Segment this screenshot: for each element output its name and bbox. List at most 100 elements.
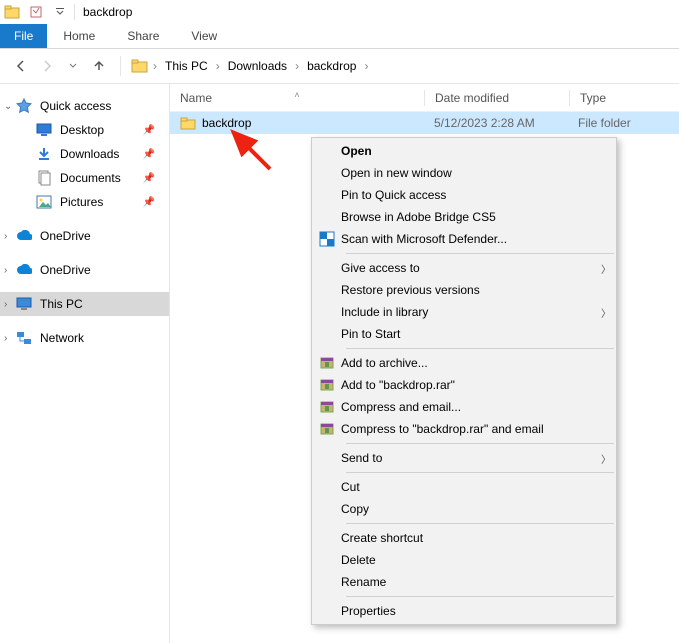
sidebar-item-quick-access[interactable]: ⌄ Quick access (0, 94, 169, 118)
documents-icon (36, 170, 52, 186)
menu-item-open-new-window[interactable]: Open in new window (313, 162, 615, 184)
sidebar-item-network[interactable]: › Network (0, 326, 169, 350)
sidebar-item-pictures[interactable]: Pictures 📌 (0, 190, 169, 214)
sidebar-item-this-pc[interactable]: › This PC (0, 292, 169, 316)
column-label: Type (580, 91, 606, 105)
column-label: Date modified (435, 91, 509, 105)
chevron-right-icon: 〉 (597, 261, 615, 276)
menu-item-send-to[interactable]: Send to〉 (313, 447, 615, 469)
file-name: backdrop (202, 116, 251, 130)
column-label: Name (180, 91, 212, 105)
forward-button[interactable] (36, 55, 58, 77)
titlebar: backdrop (0, 0, 679, 24)
navbar: › This PC › Downloads › backdrop › (0, 49, 679, 83)
winrar-icon (313, 422, 341, 436)
tab-view[interactable]: View (175, 24, 233, 48)
menu-item-create-shortcut[interactable]: Create shortcut (313, 527, 615, 549)
column-headers: ˄ Name Date modified Type (170, 84, 679, 112)
chevron-right-icon[interactable]: › (362, 59, 370, 73)
chevron-right-icon[interactable]: › (4, 299, 7, 310)
chevron-right-icon[interactable]: › (4, 265, 7, 276)
sidebar-item-label: Documents (60, 171, 121, 185)
breadcrumb-item[interactable]: backdrop (303, 56, 360, 76)
menu-separator (346, 523, 614, 524)
menu-separator (346, 472, 614, 473)
shield-icon (313, 231, 341, 247)
menu-separator (346, 348, 614, 349)
menu-item-pin-quick-access[interactable]: Pin to Quick access (313, 184, 615, 206)
chevron-down-icon[interactable]: ⌄ (4, 101, 12, 112)
qat-properties-icon[interactable] (24, 1, 48, 23)
sidebar-item-label: OneDrive (40, 263, 91, 277)
sidebar-item-documents[interactable]: Documents 📌 (0, 166, 169, 190)
menu-separator (346, 443, 614, 444)
file-row[interactable]: backdrop 5/12/2023 2:28 AM File folder (170, 112, 679, 134)
cloud-icon (16, 262, 32, 278)
menu-item-browse-bridge[interactable]: Browse in Adobe Bridge CS5 (313, 206, 615, 228)
sidebar-item-onedrive[interactable]: › OneDrive (0, 224, 169, 248)
sidebar-item-label: Desktop (60, 123, 104, 137)
sidebar-item-desktop[interactable]: Desktop 📌 (0, 118, 169, 142)
recent-dropdown-icon[interactable] (62, 55, 84, 77)
menu-item-include-library[interactable]: Include in library〉 (313, 301, 615, 323)
up-button[interactable] (88, 55, 110, 77)
menu-separator (346, 596, 614, 597)
sidebar-item-label: Network (40, 331, 84, 345)
pin-icon: 📌 (143, 149, 155, 160)
tab-share[interactable]: Share (111, 24, 175, 48)
context-menu: Open Open in new window Pin to Quick acc… (311, 137, 617, 625)
menu-item-restore-previous[interactable]: Restore previous versions (313, 279, 615, 301)
folder-icon (180, 116, 196, 130)
file-tab[interactable]: File (0, 24, 47, 48)
chevron-right-icon[interactable]: › (151, 59, 159, 73)
monitor-icon (16, 296, 32, 312)
folder-icon (131, 58, 149, 74)
chevron-right-icon[interactable]: › (214, 59, 222, 73)
menu-item-open[interactable]: Open (313, 140, 615, 162)
menu-item-rename[interactable]: Rename (313, 571, 615, 593)
network-icon (16, 330, 32, 346)
window-title: backdrop (83, 5, 132, 19)
chevron-right-icon: 〉 (597, 451, 615, 466)
pin-icon: 📌 (143, 197, 155, 208)
chevron-right-icon[interactable]: › (293, 59, 301, 73)
menu-item-properties[interactable]: Properties (313, 600, 615, 622)
breadcrumb[interactable]: › This PC › Downloads › backdrop › (131, 56, 669, 76)
breadcrumb-item[interactable]: This PC (161, 56, 212, 76)
menu-item-pin-start[interactable]: Pin to Start (313, 323, 615, 345)
file-type: File folder (568, 116, 679, 130)
menu-item-add-archive[interactable]: Add to archive... (313, 352, 615, 374)
menu-item-give-access[interactable]: Give access to〉 (313, 257, 615, 279)
menu-item-cut[interactable]: Cut (313, 476, 615, 498)
back-button[interactable] (10, 55, 32, 77)
star-icon (16, 98, 32, 114)
separator (74, 4, 75, 20)
menu-item-add-backdrop-rar[interactable]: Add to "backdrop.rar" (313, 374, 615, 396)
column-header-type[interactable]: Type (570, 91, 679, 105)
sidebar-item-onedrive[interactable]: › OneDrive (0, 258, 169, 282)
navigation-pane: ⌄ Quick access Desktop 📌 Downloads 📌 Doc… (0, 84, 170, 643)
sidebar-item-downloads[interactable]: Downloads 📌 (0, 142, 169, 166)
desktop-icon (36, 122, 52, 138)
ribbon-tabs: File Home Share View (0, 24, 679, 48)
breadcrumb-item[interactable]: Downloads (224, 56, 291, 76)
tab-home[interactable]: Home (47, 24, 111, 48)
column-header-date[interactable]: Date modified (425, 91, 569, 105)
chevron-right-icon[interactable]: › (4, 333, 7, 344)
menu-item-delete[interactable]: Delete (313, 549, 615, 571)
sidebar-item-label: Quick access (40, 99, 111, 113)
sidebar-item-label: This PC (40, 297, 83, 311)
sidebar-item-label: Downloads (60, 147, 119, 161)
winrar-icon (313, 356, 341, 370)
menu-item-scan-defender[interactable]: Scan with Microsoft Defender... (313, 228, 615, 250)
qat-dropdown-icon[interactable] (48, 1, 72, 23)
chevron-right-icon[interactable]: › (4, 231, 7, 242)
downloads-icon (36, 146, 52, 162)
sidebar-item-label: OneDrive (40, 229, 91, 243)
menu-item-compress-backdrop-email[interactable]: Compress to "backdrop.rar" and email (313, 418, 615, 440)
menu-item-compress-email[interactable]: Compress and email... (313, 396, 615, 418)
column-header-name[interactable]: ˄ Name (170, 91, 424, 105)
menu-item-copy[interactable]: Copy (313, 498, 615, 520)
sort-ascending-icon: ˄ (294, 90, 299, 100)
folder-app-icon (0, 1, 24, 23)
